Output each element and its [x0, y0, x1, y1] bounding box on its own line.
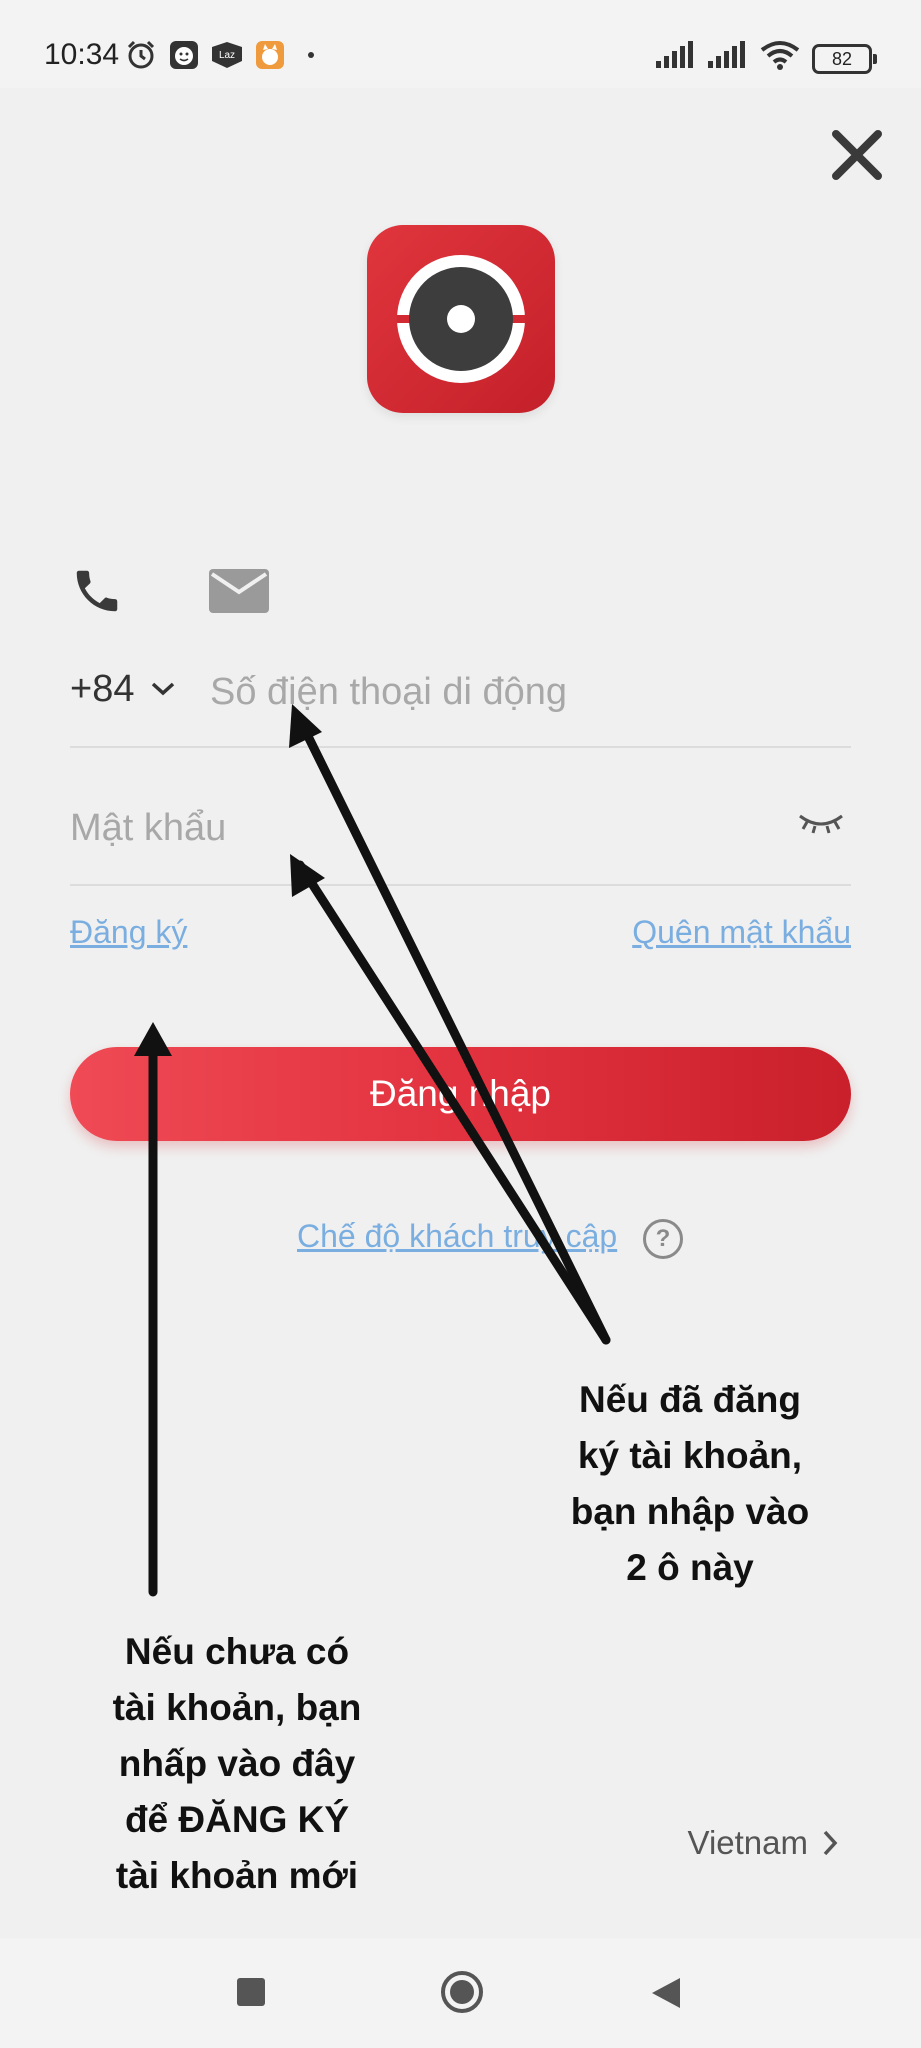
region-label: Vietnam: [687, 1824, 808, 1861]
annotation-line: Nếu đã đăng: [578, 1379, 802, 1420]
region-selector[interactable]: Vietnam: [688, 1824, 838, 1862]
annotation-line: để ĐĂNG KÝ: [124, 1799, 350, 1840]
eye-closed-icon[interactable]: [797, 810, 845, 841]
annotation-line: Nếu chưa có: [124, 1631, 350, 1672]
guest-mode-link[interactable]: Chế độ khách truy cập: [297, 1218, 617, 1255]
password-input[interactable]: [70, 800, 750, 856]
circle-icon: [441, 1971, 483, 2013]
recents-button[interactable]: [236, 1977, 266, 2012]
annotation-line: bạn nhập vào: [570, 1491, 810, 1532]
annotation-line: tài khoản, bạn: [112, 1687, 362, 1728]
annotation-line: 2 ô này: [626, 1547, 754, 1588]
login-button[interactable]: Đăng nhập: [70, 1047, 851, 1141]
password-divider: [70, 884, 851, 886]
annotation-line: nhấp vào đây: [118, 1743, 356, 1784]
square-icon: [237, 1978, 265, 2006]
email-icon: [209, 569, 269, 613]
help-icon[interactable]: ?: [643, 1219, 683, 1259]
cat-app-icon: [254, 40, 286, 70]
annotation-login-hint: Nếu đã đăng ký tài khoản, bạn nhập vào 2…: [540, 1372, 840, 1596]
annotation-register-hint: Nếu chưa có tài khoản, bạn nhấp vào đây …: [72, 1624, 402, 1904]
signal-icon: [654, 40, 698, 70]
back-button[interactable]: [650, 1976, 682, 2015]
phone-icon: [76, 570, 118, 612]
close-icon: [832, 130, 882, 180]
close-button[interactable]: [828, 126, 886, 184]
status-time: 10:34: [44, 38, 120, 71]
tab-phone[interactable]: [70, 564, 124, 623]
phone-number-input[interactable]: [210, 664, 840, 720]
battery-icon: 82: [812, 44, 877, 74]
annotation-line: ký tài khoản,: [577, 1435, 803, 1476]
signal-icon: [706, 40, 750, 70]
laz-app-label: Laz: [219, 50, 235, 61]
register-link[interactable]: Đăng ký: [70, 914, 187, 951]
chevron-down-icon[interactable]: [150, 680, 176, 703]
phone-divider: [70, 746, 851, 748]
dot-icon: [304, 40, 318, 70]
camera-lens-icon: [397, 255, 525, 383]
annotation-line: tài khoản mới: [115, 1855, 359, 1896]
forgot-password-link[interactable]: Quên mật khẩu: [632, 914, 851, 951]
face-app-icon: [168, 40, 200, 70]
wifi-icon: [758, 40, 802, 70]
home-button[interactable]: [440, 1970, 484, 2019]
laz-app-icon: Laz: [210, 40, 244, 70]
chevron-right-icon: [823, 1830, 838, 1856]
triangle-back-icon: [652, 1978, 680, 2008]
app-logo: [367, 225, 555, 413]
tab-email[interactable]: [208, 568, 270, 619]
alarm-icon: [124, 40, 158, 70]
country-code-selector[interactable]: +84: [70, 668, 134, 711]
